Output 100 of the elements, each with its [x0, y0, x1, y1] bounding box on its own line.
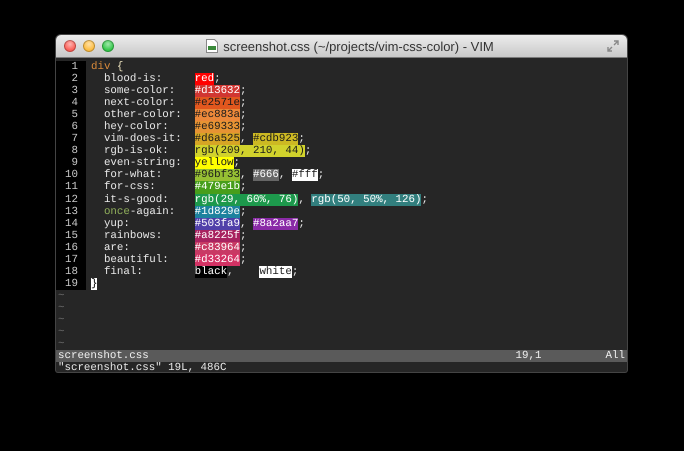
line-number: 11	[56, 181, 86, 194]
window-title: screenshot.css (~/projects/vim-css-color) - VIM	[223, 38, 494, 54]
empty-line-tilde: ~	[57, 314, 66, 326]
color-swatch-text: #96bf33	[194, 169, 240, 182]
property-name: it-s-good:	[104, 194, 169, 206]
line-number: 6	[56, 121, 86, 134]
color-swatch-text: black	[194, 266, 228, 278]
code-punctuation: ;	[240, 109, 246, 122]
line-number: 2	[56, 73, 86, 86]
property-name: rainbows:	[104, 230, 162, 242]
color-swatch-text: #a8225f	[194, 230, 240, 242]
color-swatch-text: #1d829e	[194, 206, 240, 218]
code-punctuation: ;	[214, 73, 221, 86]
property-name: rgb-is-ok:	[104, 145, 169, 158]
line-number: 8	[56, 145, 86, 158]
color-swatch-text: #c83964	[194, 242, 240, 254]
code-punctuation: ;	[298, 133, 305, 146]
empty-line-tilde: ~	[57, 326, 66, 338]
line-number: 19	[56, 278, 86, 290]
property-name: once	[104, 206, 130, 218]
code-punctuation: ;	[240, 121, 246, 134]
code-punctuation: ,	[298, 194, 305, 206]
code-punctuation: ;	[240, 206, 246, 218]
line-number: 12	[56, 194, 86, 206]
css-file-icon	[206, 39, 218, 53]
property-name: hey-color:	[104, 121, 169, 134]
line-number: 17	[56, 254, 86, 266]
code-punctuation: ;	[240, 254, 246, 266]
property-name: blood-is:	[104, 73, 162, 86]
property-name: next-color:	[104, 97, 176, 110]
command-message: "screenshot.css" 19L, 486C	[57, 362, 228, 372]
property-name: for-what:	[104, 169, 162, 182]
minimize-button[interactable]	[83, 40, 95, 52]
line-number: 18	[56, 266, 86, 278]
color-swatch-text: white	[259, 266, 292, 278]
code-punctuation: ,	[240, 169, 246, 182]
property-name: other-color:	[104, 109, 182, 122]
code-punctuation: ;	[240, 242, 246, 254]
code-punctuation: ,	[240, 133, 246, 146]
code-punctuation: ,	[240, 218, 246, 230]
color-swatch-text: #ec883a	[194, 109, 240, 122]
line-number: 16	[56, 242, 86, 254]
scroll-position: All	[606, 350, 625, 362]
color-swatch-text: #8a2aa7	[252, 218, 298, 230]
code-punctuation: ;	[292, 266, 298, 278]
cursor-char: }	[91, 278, 98, 290]
color-swatch-text: #d13632	[194, 85, 240, 98]
property-name: yup:	[104, 218, 130, 230]
color-swatch-text: #fff	[292, 169, 318, 182]
property-name: are:	[104, 242, 130, 254]
empty-line-tilde: ~	[57, 302, 66, 314]
property-name: final:	[104, 266, 143, 278]
color-swatch-text: rgb(29, 60%, 76)	[194, 194, 298, 206]
fullscreen-icon[interactable]	[607, 40, 619, 52]
color-swatch-text: #479e1b	[194, 181, 240, 194]
code-punctuation: ;	[240, 230, 246, 242]
line-number: 4	[56, 97, 86, 110]
property-name: -again:	[130, 206, 176, 218]
code-punctuation: ;	[304, 145, 312, 158]
color-swatch-text: rgb(50, 50%, 126)	[311, 194, 422, 206]
color-swatch-text: rgb(209, 210, 44)	[194, 145, 305, 158]
color-swatch-text: #e2571e	[194, 97, 240, 110]
close-button[interactable]	[64, 40, 76, 52]
empty-line-tilde: ~	[57, 338, 64, 350]
code-punctuation: ;	[240, 181, 246, 194]
code-punctuation: ;	[240, 97, 246, 110]
zoom-button[interactable]	[102, 40, 114, 52]
code-punctuation: ,	[278, 169, 286, 182]
line-number: 9	[56, 157, 86, 170]
css-selector: div	[91, 61, 110, 73]
color-swatch-text: #666	[252, 169, 279, 182]
color-swatch-text: yellow	[194, 157, 234, 170]
color-swatch-text: #cdb923	[252, 133, 298, 146]
code-punctuation: ;	[298, 218, 305, 230]
code-punctuation: ;	[234, 157, 240, 170]
line-number: 5	[56, 109, 86, 122]
line-number: 15	[56, 230, 86, 242]
property-name: for-css:	[104, 181, 156, 194]
line-number: 3	[56, 85, 86, 98]
property-name: vim-does-it:	[104, 133, 182, 146]
code-punctuation: ;	[421, 194, 428, 206]
code-punctuation: ;	[318, 169, 324, 182]
color-swatch-text: #503fa9	[194, 218, 240, 230]
line-number: 10	[56, 169, 86, 182]
cursor-position: 19,1	[516, 350, 542, 362]
color-swatch-text: #d6a525	[194, 133, 240, 146]
code-punctuation: ,	[227, 266, 234, 278]
property-name: some-color:	[104, 85, 176, 98]
line-number: 1	[56, 61, 86, 74]
code-punctuation: {	[116, 61, 124, 73]
status-file-name: screenshot.css	[58, 350, 149, 362]
property-name: even-string:	[104, 157, 182, 170]
color-swatch-text: red	[194, 73, 214, 86]
empty-line-tilde: ~	[57, 290, 66, 302]
property-name: beautiful:	[104, 254, 169, 266]
line-number: 13	[56, 206, 86, 218]
color-swatch-text: #e69333	[194, 121, 240, 134]
line-number: 14	[56, 218, 86, 230]
code-punctuation: ;	[240, 85, 246, 98]
line-number: 7	[56, 133, 86, 146]
